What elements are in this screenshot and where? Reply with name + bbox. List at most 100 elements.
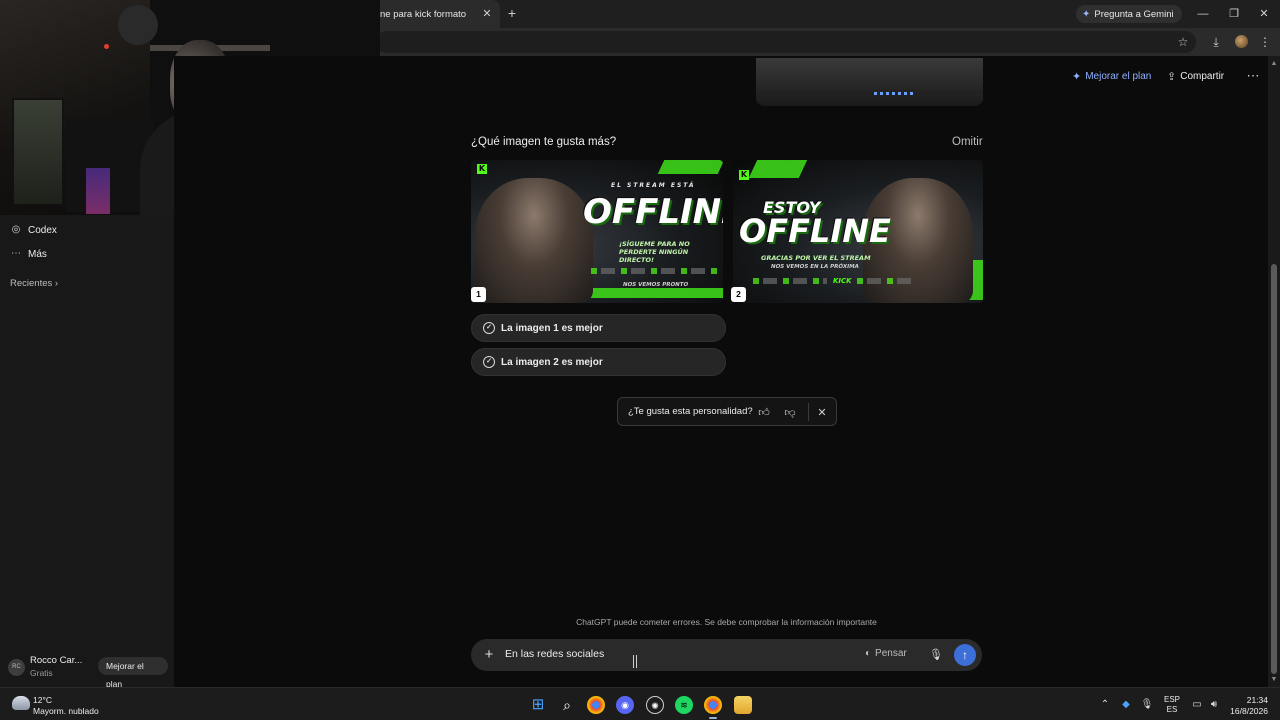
network-icon[interactable]: ▭ bbox=[1190, 698, 1204, 712]
header-upgrade-label: Mejorar el plan bbox=[1085, 70, 1152, 82]
image-pretitle: EL STREAM ESTÁ bbox=[611, 182, 696, 189]
image-footer: NOS VEMOS PRONTO bbox=[623, 282, 689, 288]
new-tab-icon[interactable]: + bbox=[504, 5, 520, 21]
scroll-thumb[interactable] bbox=[1271, 264, 1277, 674]
green-slash bbox=[748, 160, 808, 178]
share-icon: ⇪ bbox=[1167, 70, 1177, 83]
weather-description[interactable]: Mayorm. nublado bbox=[33, 706, 99, 716]
restore-icon[interactable]: ❐ bbox=[1226, 6, 1242, 22]
user-name: Rocco Car... bbox=[30, 655, 83, 666]
chatgpt-app-icon[interactable]: ✺ bbox=[646, 696, 664, 714]
check-circle-icon: ✓ bbox=[483, 356, 495, 368]
green-slash bbox=[657, 160, 723, 174]
disclaimer-text: ChatGPT puede cometer errores. Se debe c… bbox=[576, 617, 877, 627]
think-toggle[interactable]: ◐ Pensar bbox=[865, 648, 907, 659]
add-attachment-icon[interactable]: + bbox=[481, 647, 497, 663]
microphone-icon[interactable]: 🎙︎ bbox=[1140, 698, 1154, 712]
sidebar-upgrade-button[interactable]: Mejorar el plan bbox=[98, 657, 168, 689]
language-indicator[interactable]: ESP ES bbox=[1164, 695, 1180, 715]
image-number-badge: 1 bbox=[471, 287, 486, 302]
scroll-down-icon[interactable]: ▼ bbox=[1270, 676, 1278, 684]
minimize-icon[interactable]: — bbox=[1195, 6, 1211, 22]
weather-cloud-icon[interactable] bbox=[12, 696, 30, 710]
close-icon[interactable]: ✕ bbox=[815, 406, 829, 420]
more-dots-icon: ⋯ bbox=[11, 248, 21, 259]
option-image-2[interactable]: K ESTOY OFFLINE GRACIAS POR VER EL STREA… bbox=[733, 160, 983, 303]
social-handles bbox=[857, 278, 917, 284]
skip-button[interactable]: Omitir bbox=[952, 136, 983, 148]
language-code: ESP bbox=[1164, 695, 1181, 704]
search-icon[interactable]: ⌕ bbox=[558, 696, 576, 714]
microphone-icon[interactable]: 🎙︎ bbox=[929, 647, 943, 663]
choose-image-1-button[interactable]: ✓ La imagen 1 es mejor bbox=[471, 314, 726, 342]
close-tab-icon[interactable]: ✕ bbox=[480, 7, 494, 21]
windows-taskbar: 12°C Mayorm. nublado ⊞ ⌕ ◉ ✺ ≋ ⌃ ◆ 🎙︎ ES… bbox=[0, 687, 1280, 720]
social-handles bbox=[753, 278, 827, 284]
weather-temperature[interactable]: 12°C bbox=[33, 695, 52, 705]
url-field[interactable] bbox=[376, 31, 1196, 53]
chrome-icon[interactable] bbox=[704, 696, 722, 714]
file-explorer-icon[interactable] bbox=[734, 696, 752, 714]
keyboard-layout: ES bbox=[1166, 705, 1178, 714]
social-handles bbox=[591, 268, 717, 274]
chrome-icon[interactable] bbox=[587, 696, 605, 714]
scroll-up-icon[interactable]: ▲ bbox=[1270, 60, 1278, 68]
header-upgrade-button[interactable]: ✦ Mejorar el plan bbox=[1072, 68, 1151, 84]
option-image-1[interactable]: K EL STREAM ESTÁ OFFLINE ¡SÍGUEME PARA N… bbox=[471, 160, 723, 303]
download-icon[interactable]: ⤓ bbox=[1208, 34, 1224, 50]
discord-icon[interactable]: ◉ bbox=[616, 696, 634, 714]
webcam-red-led bbox=[104, 44, 109, 49]
browser-menu-icon[interactable]: ⋮ bbox=[1257, 34, 1273, 50]
brain-icon: ◐ bbox=[865, 648, 872, 659]
thumbs-down-icon[interactable]: 👎︎ bbox=[783, 406, 797, 420]
bookmark-star-icon[interactable]: ☆ bbox=[1175, 34, 1191, 50]
streamer-figure bbox=[475, 178, 593, 303]
image-title: OFFLINE bbox=[583, 192, 723, 232]
image-footer: NOS VEMOS EN LA PRÓXIMA bbox=[771, 264, 859, 270]
comparison-question: ¿Qué imagen te gusta más? bbox=[471, 136, 617, 148]
thumbs-up-icon[interactable]: 👍︎ bbox=[757, 406, 771, 420]
sidebar-item-codex[interactable]: ◎ Codex bbox=[10, 220, 57, 240]
gemini-spark-icon: ✦ bbox=[1082, 8, 1091, 20]
webcam-headphone bbox=[118, 5, 158, 45]
avatar: RC bbox=[8, 659, 25, 676]
share-button[interactable]: ⇪ Compartir bbox=[1167, 68, 1224, 84]
message-composer: + En las redes sociales ◐ Pensar 🎙︎ ↑ bbox=[471, 639, 982, 671]
browser-tab-active[interactable]: ne para kick formato ✕ bbox=[372, 0, 500, 28]
clock-time: 21:34 bbox=[1246, 695, 1268, 705]
user-plan: Gratis bbox=[30, 668, 53, 678]
windows-start-icon[interactable]: ⊞ bbox=[529, 696, 547, 714]
kick-logo-icon: K bbox=[739, 170, 749, 180]
volume-icon[interactable]: 🔊︎ bbox=[1207, 698, 1221, 712]
spotify-icon[interactable]: ≋ bbox=[675, 696, 693, 714]
gemini-label: Pregunta a Gemini bbox=[1094, 8, 1174, 20]
gemini-button[interactable]: ✦ Pregunta a Gemini bbox=[1076, 5, 1182, 23]
sidebar-item-label: Más bbox=[28, 248, 47, 260]
chevron-right-icon: › bbox=[54, 278, 59, 289]
sidebar: ◎ Codex ⋯ Más Recientes › RC Rocco Car..… bbox=[0, 215, 174, 689]
system-clock[interactable]: 21:34 16/8/2026 bbox=[1228, 695, 1268, 717]
feedback-prompt: ¿Te gusta esta personalidad? bbox=[628, 406, 753, 417]
image-title: OFFLINE bbox=[739, 212, 891, 250]
browser-profile-avatar[interactable] bbox=[1235, 35, 1248, 48]
kick-logo-icon: K bbox=[477, 164, 487, 174]
text-cursor-icon bbox=[633, 655, 637, 668]
chevron-up-icon[interactable]: ⌃ bbox=[1098, 698, 1112, 712]
tab-title: ne para kick formato bbox=[380, 8, 467, 20]
recents-section[interactable]: Recientes › bbox=[10, 278, 58, 289]
more-options-icon[interactable]: ⋯ bbox=[1245, 68, 1261, 84]
previous-image-thumbnail[interactable] bbox=[756, 58, 983, 106]
thumbnail-icons bbox=[874, 92, 914, 95]
user-account-row[interactable]: RC Rocco Car... Gratis Mejorar el plan bbox=[8, 655, 168, 689]
close-window-icon[interactable]: ✕ bbox=[1256, 6, 1272, 22]
scrollbar[interactable]: ▲ ▼ bbox=[1268, 56, 1280, 687]
image-subtitle: GRACIAS POR VER EL STREAM bbox=[761, 254, 871, 262]
sidebar-item-more[interactable]: ⋯ Más bbox=[10, 244, 47, 264]
thumbnail-taskbar bbox=[756, 90, 983, 96]
tray-app-icon[interactable]: ◆ bbox=[1119, 698, 1133, 712]
sparkle-icon: ✦ bbox=[1072, 70, 1082, 83]
message-input[interactable]: En las redes sociales bbox=[505, 648, 604, 660]
send-button[interactable]: ↑ bbox=[954, 644, 976, 666]
recents-label: Recientes bbox=[10, 278, 53, 289]
choose-image-2-button[interactable]: ✓ La imagen 2 es mejor bbox=[471, 348, 726, 376]
